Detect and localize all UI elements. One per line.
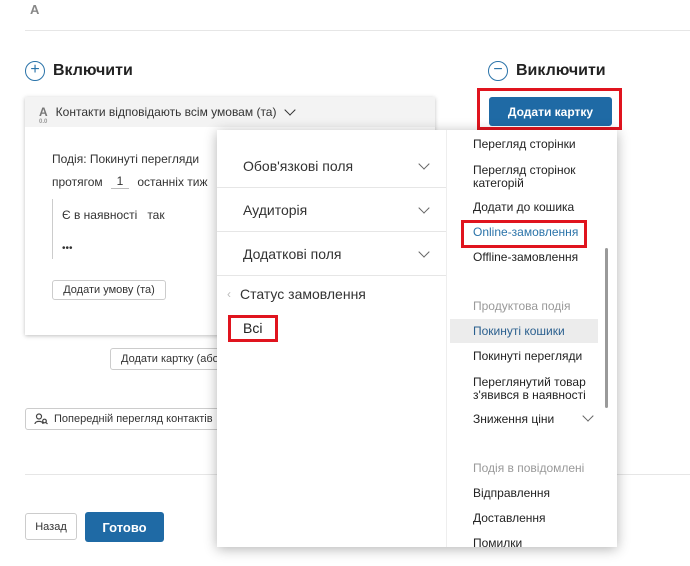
condition-row[interactable]: Є в наявності так (62, 208, 165, 222)
chevron-down-icon (418, 245, 430, 258)
chevron-down-icon (418, 201, 430, 214)
card-letter-sub: 0.0 (39, 119, 48, 125)
include-title-text: Включити (53, 62, 133, 79)
event-item[interactable]: Покинуті перегляди (447, 350, 582, 363)
group-heading: Продуктова подія (473, 299, 571, 313)
add-card-or-button[interactable]: Додати картку (або (110, 348, 230, 370)
user-search-icon (34, 413, 48, 425)
option-all[interactable]: Всі (243, 320, 262, 336)
add-condition-button[interactable]: Додати умову (та) (52, 280, 166, 300)
card-title: Контакти відповідають всім умовам (та) (55, 105, 277, 119)
chevron-down-icon[interactable] (582, 410, 594, 422)
event-item[interactable]: Offline-замовлення (447, 251, 578, 264)
plus-circle-icon[interactable]: + (25, 61, 45, 81)
add-card-button[interactable]: Додати картку (489, 97, 612, 126)
event-item[interactable]: Зниження ціни (447, 413, 554, 426)
back-label: Статус замовлення (240, 286, 366, 302)
back-button[interactable]: Назад (25, 513, 77, 540)
condition-left: Є в наявності (62, 208, 138, 222)
more-icon[interactable]: ••• (62, 243, 73, 254)
chevron-left-icon: ‹ (227, 287, 231, 301)
accordion-label: Обов'язкові поля (243, 157, 354, 174)
event-item[interactable]: Відправлення (447, 487, 550, 500)
back-to-order-status[interactable]: ‹ Статус замовлення (217, 276, 446, 312)
condition-bar (52, 199, 53, 259)
event-list: Перегляд сторінки Перегляд сторінок кате… (446, 130, 617, 547)
exclude-title: − Виключити (488, 61, 606, 81)
accordion-label: Аудиторія (243, 201, 308, 218)
accordion-label: Додаткові поля (243, 245, 342, 262)
preview-contacts-button[interactable]: Попередній перегляд контактів (25, 408, 220, 430)
popup-left-column: Обов'язкові поля Аудиторія Додаткові пол… (217, 144, 446, 312)
field-picker-popup: Обов'язкові поля Аудиторія Додаткові пол… (217, 130, 617, 547)
event-item[interactable]: Переглянутий товар з'явився в наявності (447, 376, 597, 402)
card-letter-text: A (39, 105, 48, 119)
event-item[interactable]: Доставлення (447, 512, 546, 525)
event-item[interactable]: Перегляд сторінки (447, 138, 576, 151)
top-letter: A (30, 2, 40, 17)
period-prefix: протягом (52, 174, 103, 189)
chevron-down-icon (418, 157, 430, 170)
highlight-online-order (461, 220, 587, 248)
top-divider (25, 30, 690, 31)
event-item[interactable]: Додати до кошика (447, 201, 574, 214)
accordion-required-fields[interactable]: Обов'язкові поля (217, 144, 446, 188)
event-item[interactable]: Перегляд сторінок категорій (447, 164, 592, 190)
accordion-extra-fields[interactable]: Додаткові поля (217, 232, 446, 276)
card-letter: A 0.0 (39, 105, 48, 125)
period-line: протягом 1 останніх тиж (52, 174, 208, 189)
event-item-hovered[interactable]: Покинуті кошики (447, 325, 565, 338)
preview-label: Попередній перегляд контактів (54, 413, 213, 425)
exclude-title-text: Виключити (516, 62, 606, 79)
accordion-audience[interactable]: Аудиторія (217, 188, 446, 232)
period-suffix: останніх тиж (137, 174, 208, 189)
period-input[interactable]: 1 (110, 174, 130, 189)
event-line: Подія: Покинуті перегляди (52, 152, 200, 166)
scrollbar-thumb[interactable] (605, 248, 608, 408)
card-header[interactable]: A 0.0 Контакти відповідають всім умовам … (25, 97, 435, 127)
minus-circle-icon[interactable]: − (488, 61, 508, 81)
condition-right: так (147, 208, 165, 222)
group-heading: Подія в повідомлені (473, 461, 585, 475)
chevron-down-icon[interactable] (284, 104, 297, 116)
include-title: + Включити (25, 61, 133, 81)
event-item[interactable]: Помилки (447, 537, 522, 548)
done-button[interactable]: Готово (85, 512, 164, 542)
